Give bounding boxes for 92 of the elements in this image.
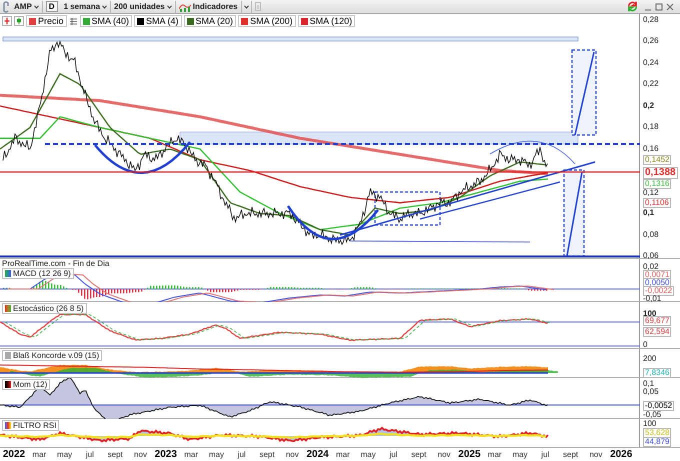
axis-tick-label: 0,18 [643, 123, 659, 131]
axis-tick-label: 0 [643, 341, 648, 349]
close-icon[interactable] [666, 2, 674, 10]
month-label: nov [589, 449, 602, 460]
month-label: jul [390, 449, 398, 460]
indicator-chart-icon [178, 2, 191, 12]
year-label: 2024 [306, 449, 329, 460]
month-label: jul [541, 449, 550, 460]
year-label: 2022 [2, 449, 26, 460]
indicator-title[interactable]: FILTRO RSI [2, 420, 60, 431]
axis-tick-label: -0,05 [643, 411, 662, 419]
indicator-swatch-icon [5, 352, 11, 359]
month-label: jul [238, 449, 246, 460]
axis-tick-label: 100 [643, 310, 656, 318]
month-label: sept [108, 449, 123, 460]
timeframe-dropdown[interactable]: 1 semana [60, 0, 112, 12]
axis-tick-label: 0,12 [643, 189, 659, 197]
caret-icon [102, 4, 108, 8]
axis-tick-label: 0,06 [643, 252, 659, 260]
refresh-icon[interactable] [627, 1, 638, 12]
month-label: may [57, 449, 72, 460]
legend-item[interactable]: SMA (20) [184, 15, 236, 27]
axis-tick-label: 0,1 [643, 380, 654, 388]
value-marker: 7,8346 [643, 368, 672, 378]
caret-icon [244, 4, 249, 8]
axis-tick-label: 0,02 [643, 263, 659, 271]
indicator-swatch-icon [5, 270, 11, 277]
axis-tick-label: 200 [643, 355, 656, 363]
legend-item[interactable]: SMA (40) [80, 15, 132, 27]
indicator-title[interactable]: Mom (12) [2, 379, 50, 390]
indicator-swatch-icon [5, 381, 11, 388]
axis-tick-label: 0,16 [643, 145, 659, 153]
value-marker: -0,0052 [643, 401, 674, 411]
symbol-dropdown[interactable]: AMP [11, 0, 43, 12]
month-label: sept [411, 449, 426, 460]
axis-tick-label: 0,26 [643, 37, 659, 45]
value-marker: 0,1452 [643, 155, 672, 165]
grid-icon[interactable] [68, 16, 78, 26]
axis-tick-label: 0,28 [643, 16, 659, 24]
legend-item[interactable]: Precio [26, 15, 67, 27]
month-label: mar [336, 449, 350, 460]
month-label: may [360, 449, 376, 460]
range-rectangle [374, 191, 441, 226]
month-label: jul [86, 449, 94, 460]
value-marker: 0,1316 [643, 179, 672, 189]
caret-icon [166, 4, 172, 8]
value-marker: 69,677 [643, 316, 672, 326]
month-label: may [512, 449, 528, 460]
year-label: 2023 [154, 449, 177, 460]
axis-tick-label: 0,05 [643, 388, 659, 396]
data-source-label: ProRealTime.com - Fin de Dia [2, 260, 110, 268]
value-marker: 44,879 [643, 437, 672, 447]
axis-tick-label: 0,1 [643, 209, 654, 217]
indicator-title[interactable]: Estocástico (26 8 5) [2, 303, 87, 314]
legend-item[interactable]: SMA (120) [298, 15, 356, 27]
axis-tick-label: 0,2 [643, 102, 654, 110]
month-label: sept [563, 449, 578, 460]
indicators-button[interactable]: Indicadores [176, 0, 241, 12]
units-dropdown[interactable]: 200 unidades [111, 0, 176, 12]
period-button[interactable]: D [46, 1, 58, 12]
axis-tick-label: 0,24 [643, 59, 659, 67]
caret-icon [34, 4, 39, 8]
month-label: nov [438, 449, 451, 460]
value-marker: 62,594 [643, 327, 672, 337]
maximize-icon[interactable] [655, 2, 663, 10]
indicator-title[interactable]: MACD (12 26 9) [2, 268, 74, 279]
year-label: 2026 [610, 449, 632, 460]
legend-item[interactable]: SMA (200) [238, 15, 296, 27]
value-marker: 0,1388 [643, 167, 678, 179]
link-icon[interactable] [1, 0, 11, 12]
month-label: nov [134, 449, 147, 460]
candle-icon[interactable] [14, 16, 24, 26]
indicators-menu-button[interactable] [240, 0, 252, 12]
axis-tick-label: 0,22 [643, 80, 659, 88]
indicator-swatch-icon [5, 422, 11, 429]
month-label: mar [32, 449, 46, 460]
value-marker: 53,628 [643, 428, 672, 438]
chart-type-icon[interactable] [2, 16, 12, 26]
month-label: nov [286, 449, 299, 460]
month-label: mar [184, 449, 198, 460]
value-marker: -0,0022 [643, 286, 674, 296]
indicator-swatch-icon [5, 305, 11, 312]
indicator-title[interactable]: Blaß Koncorde v.09 (15) [2, 350, 102, 361]
month-label: mar [488, 449, 502, 460]
year-label: 2025 [458, 449, 481, 460]
axis-tick-label: -0,01 [643, 295, 662, 303]
legend-item[interactable]: SMA (4) [134, 15, 182, 27]
axis-tick-label: 100 [643, 420, 656, 428]
month-label: may [208, 449, 224, 460]
value-marker: 0,1106 [643, 198, 671, 208]
axis-tick-label: 0,08 [643, 231, 659, 239]
month-label: sept [259, 449, 275, 460]
